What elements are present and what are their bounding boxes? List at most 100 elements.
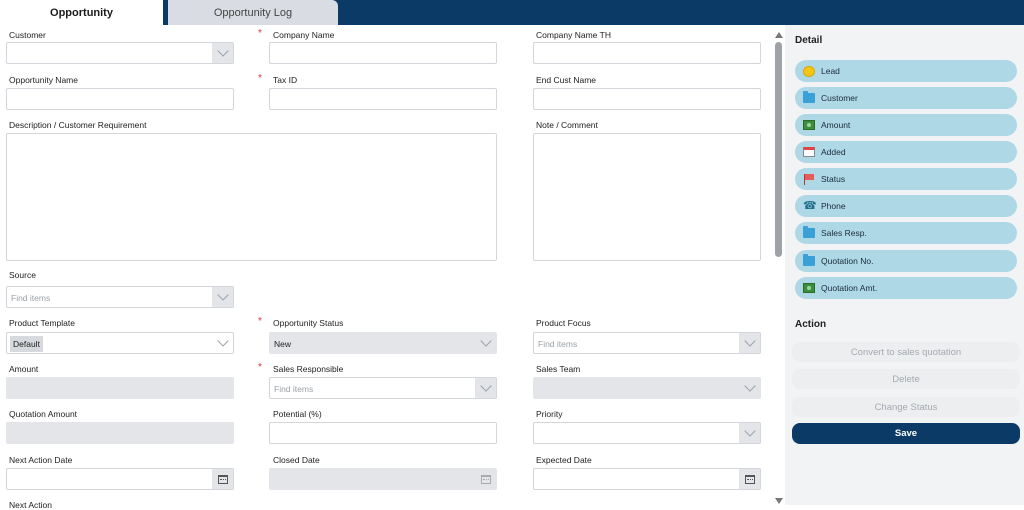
source-label: Source	[9, 270, 36, 280]
detail-quotation-no-button[interactable]: Quotation No.	[795, 250, 1017, 272]
chevron-down-icon[interactable]	[475, 333, 496, 353]
coin-icon	[803, 65, 815, 77]
tab-opportunity[interactable]: Opportunity	[0, 0, 163, 25]
required-marker: *	[258, 73, 262, 84]
company-name-th-input[interactable]	[533, 42, 761, 64]
opportunity-name-input[interactable]	[6, 88, 234, 110]
detail-customer-button[interactable]: Customer	[795, 87, 1017, 109]
customer-label: Customer	[9, 30, 46, 40]
closed-date-input[interactable]	[269, 468, 497, 490]
opportunity-status-select[interactable]: New	[269, 332, 497, 354]
note-label: Note / Comment	[536, 120, 598, 130]
sidebar: Detail Lead Customer Amount Added Status…	[785, 25, 1024, 505]
sales-responsible-placeholder: Find items	[274, 384, 314, 394]
detail-customer-label: Customer	[821, 93, 858, 103]
product-template-select[interactable]: Default	[6, 332, 234, 354]
detail-status-button[interactable]: Status	[795, 168, 1017, 190]
product-template-label: Product Template	[9, 318, 75, 328]
closed-date-label: Closed Date	[273, 455, 320, 465]
product-focus-label: Product Focus	[536, 318, 591, 328]
detail-phone-button[interactable]: ☎ Phone	[795, 195, 1017, 217]
chevron-down-icon[interactable]	[212, 43, 233, 63]
flag-icon	[803, 174, 815, 185]
potential-label: Potential (%)	[273, 409, 322, 419]
detail-amount-button[interactable]: Amount	[795, 114, 1017, 136]
tab-opportunity-log[interactable]: Opportunity Log	[168, 0, 338, 25]
scroll-up-icon[interactable]	[775, 32, 783, 38]
delete-button[interactable]: Delete	[792, 369, 1020, 389]
next-action-date-input[interactable]	[6, 468, 234, 490]
sales-responsible-select[interactable]: Find items	[269, 377, 497, 399]
chevron-down-icon[interactable]	[212, 333, 233, 353]
change-status-button[interactable]: Change Status	[792, 397, 1020, 417]
tax-id-input[interactable]	[269, 88, 497, 110]
chevron-down-icon[interactable]	[739, 378, 760, 398]
next-action-label: Next Action	[9, 500, 52, 510]
end-cust-name-label: End Cust Name	[536, 75, 596, 85]
company-name-label: Company Name	[273, 30, 335, 40]
detail-quotation-amt-label: Quotation Amt.	[821, 283, 878, 293]
quotation-amount-label: Quotation Amount	[9, 409, 78, 419]
convert-to-quotation-button[interactable]: Convert to sales quotation	[792, 342, 1020, 362]
company-name-input[interactable]	[269, 42, 497, 64]
required-marker: *	[258, 316, 262, 327]
chevron-down-icon[interactable]	[475, 378, 496, 398]
note-textarea[interactable]	[533, 133, 761, 261]
expected-date-label: Expected Date	[536, 455, 592, 465]
detail-quotation-amt-button[interactable]: Quotation Amt.	[795, 277, 1017, 299]
product-focus-placeholder: Find items	[538, 339, 578, 349]
required-marker: *	[258, 28, 262, 39]
product-focus-select[interactable]: Find items	[533, 332, 761, 354]
opportunity-name-label: Opportunity Name	[9, 75, 78, 85]
amount-input[interactable]	[6, 377, 234, 399]
source-select[interactable]: Find items	[6, 286, 234, 308]
description-textarea[interactable]	[6, 133, 497, 261]
calendar-icon[interactable]	[739, 469, 760, 489]
chevron-down-icon[interactable]	[739, 423, 760, 443]
detail-lead-label: Lead	[821, 66, 840, 76]
priority-select[interactable]	[533, 422, 761, 444]
calendar-icon[interactable]	[475, 469, 496, 489]
scroll-down-icon[interactable]	[775, 498, 783, 504]
end-cust-name-input[interactable]	[533, 88, 761, 110]
product-template-value: Default	[10, 336, 43, 352]
folder-icon	[803, 254, 815, 266]
amount-label: Amount	[9, 364, 39, 374]
opportunity-status-value: New	[274, 339, 292, 349]
folder-icon	[803, 91, 815, 103]
detail-lead-button[interactable]: Lead	[795, 60, 1017, 82]
source-placeholder: Find items	[11, 293, 51, 303]
priority-label: Priority	[536, 409, 563, 419]
detail-sales-resp-button[interactable]: Sales Resp.	[795, 222, 1017, 244]
chevron-down-icon[interactable]	[739, 333, 760, 353]
customer-select[interactable]	[6, 42, 234, 64]
detail-heading: Detail	[795, 35, 823, 46]
money-icon	[803, 120, 815, 130]
quotation-amount-input[interactable]	[6, 422, 234, 444]
phone-icon: ☎	[803, 200, 817, 212]
description-label: Description / Customer Requirement	[9, 120, 147, 130]
potential-input[interactable]	[269, 422, 497, 444]
folder-icon	[803, 226, 815, 238]
calendar-icon[interactable]	[212, 469, 233, 489]
action-heading: Action	[795, 319, 827, 330]
sales-team-select[interactable]	[533, 377, 761, 399]
scrollbar-thumb[interactable]	[775, 42, 782, 257]
detail-phone-label: Phone	[821, 201, 846, 211]
form-panel: Customer * Company Name Company Name TH …	[0, 25, 785, 510]
expected-date-input[interactable]	[533, 468, 761, 490]
detail-added-button[interactable]: Added	[795, 141, 1017, 163]
tax-id-label: Tax ID	[273, 75, 298, 85]
save-button[interactable]: Save	[792, 423, 1020, 444]
calendar-icon	[803, 147, 815, 157]
detail-added-label: Added	[821, 147, 846, 157]
detail-quotation-no-label: Quotation No.	[821, 256, 874, 266]
sales-responsible-label: Sales Responsible	[273, 364, 344, 374]
next-action-date-label: Next Action Date	[9, 455, 73, 465]
chevron-down-icon[interactable]	[212, 287, 233, 307]
company-name-th-label: Company Name TH	[536, 30, 611, 40]
detail-sales-resp-label: Sales Resp.	[821, 228, 867, 238]
detail-amount-label: Amount	[821, 120, 851, 130]
detail-status-label: Status	[821, 174, 846, 184]
required-marker: *	[258, 362, 262, 373]
